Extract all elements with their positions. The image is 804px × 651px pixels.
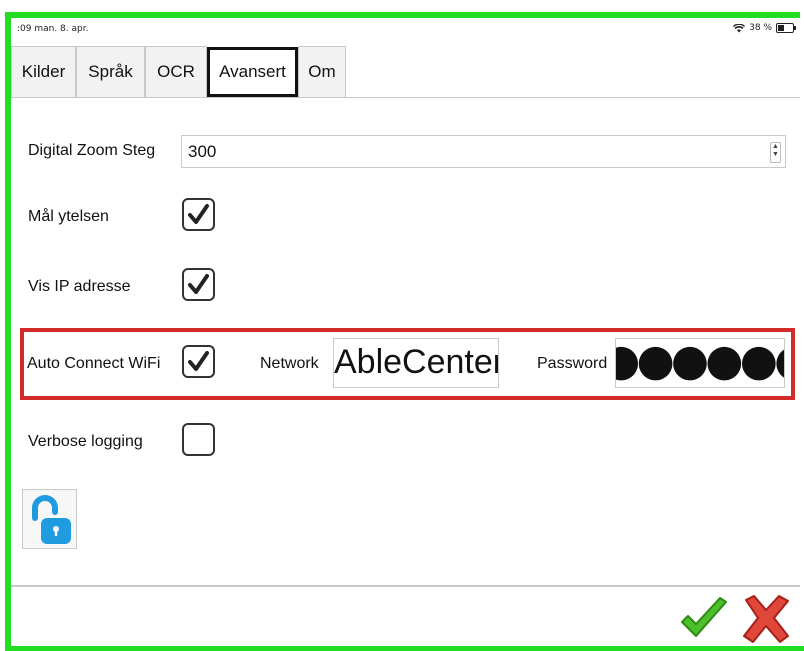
cancel-button[interactable] (736, 592, 796, 646)
digital-zoom-value: 300 (188, 142, 217, 161)
auto-connect-label: Auto Connect WiFi (27, 355, 161, 372)
battery-percent: 38 % (749, 23, 772, 33)
tab-sprak[interactable]: Språk (76, 46, 145, 97)
green-checkmark-icon (681, 597, 727, 637)
digital-zoom-input[interactable]: 300 ▲ ▼ (181, 135, 786, 168)
show-ip-label: Vis IP adresse (28, 278, 131, 295)
verbose-logging-label: Verbose logging (28, 433, 143, 450)
checkmark-icon (188, 351, 209, 371)
unlocked-padlock-icon (32, 495, 71, 544)
password-input[interactable]: ●●●●●●● (615, 338, 785, 388)
network-value: AbleCenter (334, 343, 499, 381)
chevron-down-icon[interactable]: ▼ (771, 151, 780, 159)
measure-performance-checkbox[interactable] (182, 198, 215, 231)
checkmark-icon (188, 204, 209, 224)
verbose-logging-checkbox[interactable] (182, 423, 215, 456)
checkmark-icon (188, 274, 209, 294)
password-value: ●●●●●●● (616, 338, 784, 386)
status-time-date: :09 man. 8. apr. (17, 24, 89, 34)
network-input[interactable]: AbleCenter (333, 338, 499, 388)
wifi-icon (733, 23, 746, 33)
app-window: :09 man. 8. apr. 38 % Kilder Språk OCR A… (0, 0, 804, 651)
confirm-button[interactable] (676, 592, 732, 646)
battery-icon (776, 23, 796, 33)
red-x-icon (743, 595, 789, 643)
lock-button[interactable] (22, 489, 77, 549)
password-label: Password (537, 355, 608, 372)
network-label: Network (260, 355, 319, 372)
measure-performance-label: Mål ytelsen (28, 208, 109, 225)
tab-avansert[interactable]: Avansert (207, 47, 298, 97)
auto-connect-checkbox[interactable] (182, 345, 215, 378)
status-indicators: 38 % (733, 23, 796, 33)
tab-bar: Kilder Språk OCR Avansert Om (11, 46, 346, 100)
status-bar: :09 man. 8. apr. 38 % (11, 18, 800, 40)
chevron-up-icon[interactable]: ▲ (771, 143, 780, 151)
tab-ocr[interactable]: OCR (145, 46, 207, 97)
digital-zoom-label: Digital Zoom Steg (28, 142, 156, 159)
tab-om[interactable]: Om (298, 46, 346, 97)
highlight-frame-bottom (5, 646, 804, 651)
zoom-stepper[interactable]: ▲ ▼ (770, 142, 781, 163)
tab-kilder[interactable]: Kilder (11, 46, 76, 97)
show-ip-checkbox[interactable] (182, 268, 215, 301)
